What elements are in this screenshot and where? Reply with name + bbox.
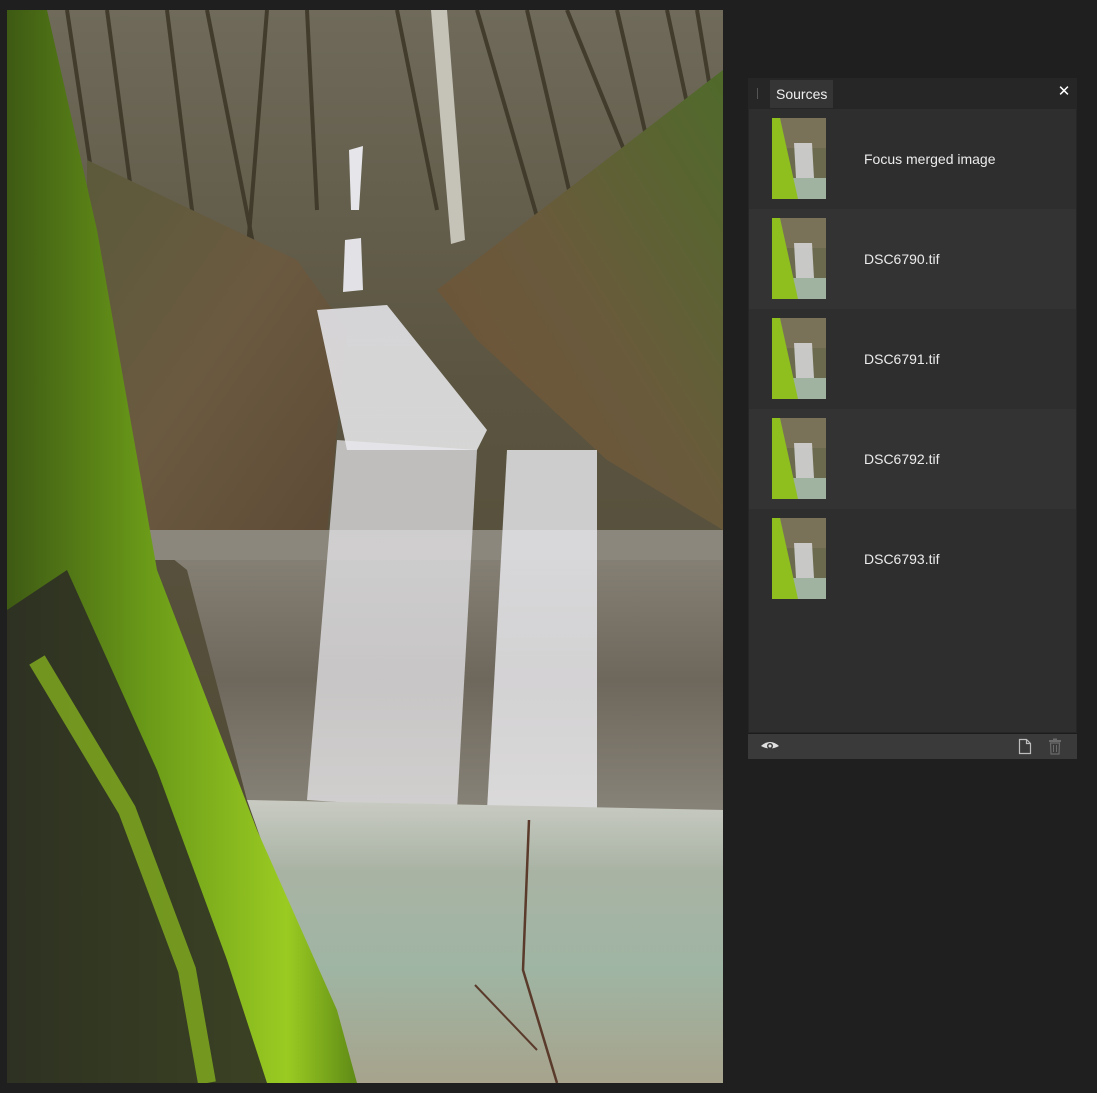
panel-footer	[748, 733, 1077, 759]
new-document-icon[interactable]	[1018, 738, 1032, 755]
trash-icon[interactable]	[1048, 738, 1062, 755]
source-item-dsc6793[interactable]: DSC6793.tif	[749, 509, 1076, 609]
close-icon[interactable]: ✕	[1057, 84, 1071, 99]
panel-header: Sources ✕	[748, 78, 1077, 109]
source-item-label: DSC6791.tif	[864, 351, 940, 367]
waterfall-thumbnail	[772, 318, 826, 399]
source-item-dsc6791[interactable]: DSC6791.tif	[749, 309, 1076, 409]
waterfall-thumbnail	[772, 418, 826, 499]
photo-canvas[interactable]	[7, 10, 723, 1083]
source-item-label: DSC6792.tif	[864, 451, 940, 467]
eye-icon[interactable]	[760, 738, 780, 755]
sources-panel: Sources ✕ Focus merged image DSC6790.tif…	[748, 78, 1077, 759]
panel-grip-handle[interactable]	[757, 88, 758, 99]
source-item-dsc6790[interactable]: DSC6790.tif	[749, 209, 1076, 309]
waterfall-photo	[7, 10, 723, 1083]
source-item-label: DSC6790.tif	[864, 251, 940, 267]
waterfall-thumbnail	[772, 518, 826, 599]
source-item-focus-merged[interactable]: Focus merged image	[749, 109, 1076, 209]
sources-list: Focus merged image DSC6790.tif DSC6791.t…	[749, 109, 1076, 732]
tab-sources[interactable]: Sources	[770, 80, 834, 108]
source-item-label: DSC6793.tif	[864, 551, 940, 567]
waterfall-thumbnail	[772, 218, 826, 299]
source-item-dsc6792[interactable]: DSC6792.tif	[749, 409, 1076, 509]
waterfall-thumbnail	[772, 118, 826, 199]
source-item-label: Focus merged image	[864, 151, 996, 167]
